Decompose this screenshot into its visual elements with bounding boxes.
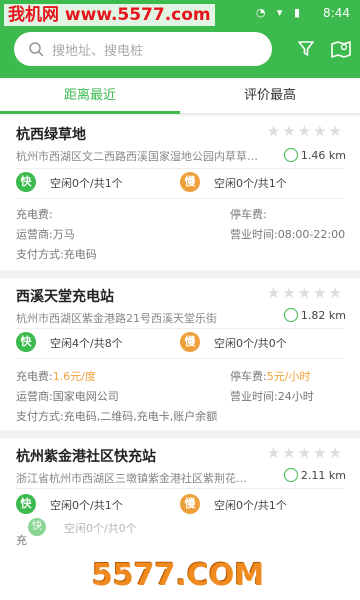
divider [16,198,344,199]
rating-stars: ★★★★★ [266,122,344,140]
fast-slots: 空闲0个/共1个 [50,177,123,190]
station-name: 杭西绿草地 [16,127,86,143]
rating-stars: ★★★★★ [266,444,344,462]
rating-stars: ★★★★★ [266,284,344,302]
status-bar: 我机网 www.5577.com ◔ ▾ ▮ 8:44 [0,0,360,28]
sort-tabs: 距离最近 评价最高 [0,78,360,114]
operator: 运营商:国家电网公司 [16,390,119,403]
status-icons: ◔ ▾ ▮ [255,6,304,19]
navigate-icon[interactable] [284,308,298,322]
divider [16,328,344,329]
search-icon [29,42,44,57]
fast-slots: 空闲4个/共8个 [50,337,123,350]
station-card[interactable]: 杭西绿草地 ★★★★★ 杭州市西湖区文二西路西溪国家湿地公园内草草… 1.46 … [0,116,360,270]
watermark: 我机网 www.5577.com [4,4,215,26]
bottom-watermark: 5577.COM [92,558,265,593]
divider [16,358,344,359]
station-address: 杭州市西湖区文二西路西溪国家湿地公园内草草… [16,150,258,163]
fast-charger-badge: 快 [16,332,36,352]
filter-icon[interactable] [296,39,316,59]
parking-fee-value: 5元/小时 [266,370,311,383]
station-name: 西溪天堂充电站 [16,289,114,305]
slow-slots: 空闲0个/共1个 [214,499,287,512]
payment-methods: 支付方式:充电码 [16,248,97,261]
charge-fee-label: 充电费: [16,370,53,383]
search-placeholder: 搜地址、搜电桩 [52,44,144,59]
slow-slots: 空闲0个/共1个 [214,177,287,190]
divider [16,168,344,169]
divider [16,488,344,489]
ghost-fast-badge: 快 [28,518,46,536]
fast-slots: 空闲0个/共1个 [50,499,123,512]
slow-charger-badge: 慢 [180,332,200,352]
business-hours: 营业时间:08:00-22:00 [230,228,346,241]
tab-nearest[interactable]: 距离最近 [0,78,180,114]
charge-fee-value: 1.6元/度 [52,370,96,383]
navigate-icon[interactable] [284,148,298,162]
payment-methods: 支付方式:充电码,二维码,充电卡,账户余额 [16,410,218,423]
operator: 运营商:万马 [16,228,75,241]
station-distance: 1.82 km [300,309,346,322]
fast-charger-badge: 快 [16,172,36,192]
navigate-icon[interactable] [284,468,298,482]
station-distance: 1.46 km [300,149,346,162]
station-card[interactable]: 西溪天堂充电站 ★★★★★ 杭州市西湖区紫金港路21号西溪天堂乐街 1.82 k… [0,278,360,430]
parking-fee: 停车费:5元/小时 [230,368,310,384]
parking-fee-label: 停车费: [230,370,267,383]
charge-fee: 充电费:1.6元/度 [16,368,96,384]
business-hours: 营业时间:24小时 [230,390,314,403]
station-distance: 2.11 km [300,469,346,482]
ghost-slots-text: 空闲0个/共0个 [64,522,137,535]
charge-fee: 充 [16,534,27,547]
parking-fee: 停车费: [230,208,267,221]
slow-charger-badge: 慢 [180,172,200,192]
active-tab-indicator [0,111,180,114]
fast-charger-badge: 快 [16,494,36,514]
status-time: 8:44 [323,6,350,20]
charge-fee: 充电费: [16,208,53,221]
slow-charger-badge: 慢 [180,494,200,514]
map-icon[interactable] [330,38,352,60]
search-input[interactable]: 搜地址、搜电桩 [14,32,272,66]
station-address: 浙江省杭州市西湖区三墩镇紫金港社区紫荆花… [16,472,247,485]
tab-top-rated[interactable]: 评价最高 [180,78,360,114]
station-address: 杭州市西湖区紫金港路21号西溪天堂乐街 [16,312,217,325]
slow-slots: 空闲0个/共0个 [214,337,287,350]
station-name: 杭州紫金港社区快充站 [16,449,156,465]
